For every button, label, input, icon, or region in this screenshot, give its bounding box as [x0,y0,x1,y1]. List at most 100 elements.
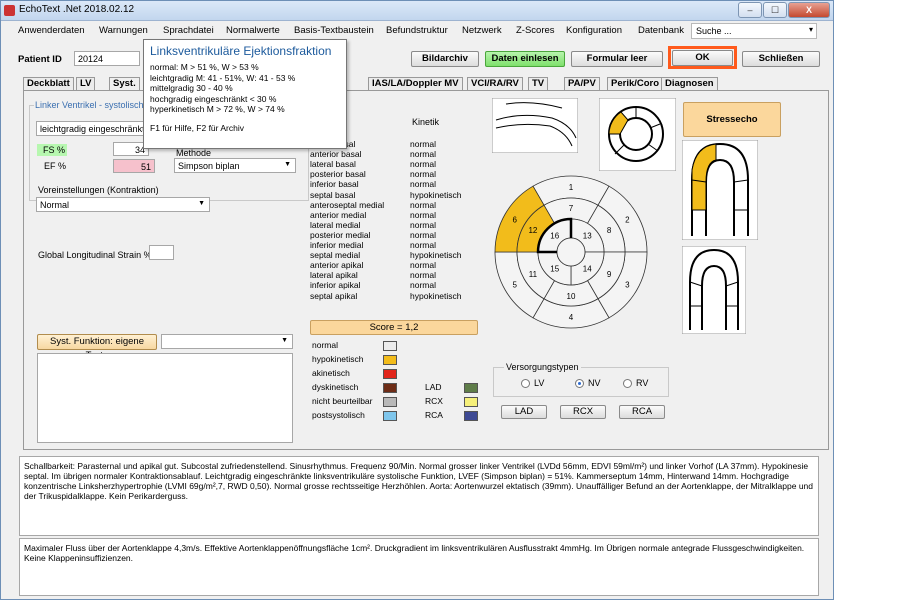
chevron-down-icon: ▼ [198,200,205,207]
chevron-down-icon: ▼ [281,337,288,344]
chevron-down-icon[interactable]: ▾ [809,25,813,34]
segment-kinetik[interactable]: hypokinetisch [410,190,462,200]
segment-kinetik[interactable]: hypokinetisch [410,291,462,301]
tab-perik-coro[interactable]: Perik/Coro [607,77,664,90]
own-texts-area[interactable] [37,353,293,443]
tab-deckblatt[interactable]: Deckblatt [23,77,74,90]
schliessen-button[interactable]: Schließen [742,51,820,67]
menu-konfiguration[interactable]: Konfiguration [566,25,622,36]
method-value: Simpson biplan [178,161,240,171]
bullseye-chart[interactable]: 12345678910111216 131415 [489,173,653,331]
segment-number: 9 [607,270,612,279]
segment-name: lateral basal [310,159,356,170]
ok-button[interactable]: OK [672,50,733,66]
minimize-button[interactable]: – [738,2,762,18]
own-texts-button[interactable]: Syst. Funktion: eigene Texte [37,334,157,361]
segment-kinetik[interactable]: normal [410,230,436,240]
segment-name: posterior basal [310,169,366,180]
tab-pa-pv[interactable]: PA/PV [564,77,600,90]
segment-number: 4 [569,313,574,322]
menu-anwenderdaten[interactable]: Anwenderdaten [18,25,85,36]
method-select[interactable]: Simpson biplan ▼ [174,158,296,173]
report-text-1[interactable]: Schallbarkeit: Parasternal und apikal gu… [19,456,819,536]
menu-sprachdatei[interactable]: Sprachdatei [163,25,214,36]
segment-name: septal apikal [310,290,358,301]
ef-tooltip: Linksventrikuläre Ejektionsfraktion norm… [143,39,347,149]
assessment-field[interactable]: leichtgradig eingeschränkt [36,121,144,136]
menu-normalwerte[interactable]: Normalwerte [226,25,280,36]
menu-warnungen[interactable]: Warnungen [99,25,148,36]
search-box[interactable]: Suche ... ▾ [691,23,817,39]
lad-button[interactable]: LAD [501,405,547,419]
segment-kinetik[interactable]: normal [410,169,436,179]
method-label: Methode [176,148,212,158]
preset-select[interactable]: Normal ▼ [36,197,210,212]
radio-nv[interactable] [575,379,584,388]
menu-datenbank[interactable]: Datenbank [638,25,684,36]
search-input[interactable]: Suche ... [696,26,732,36]
apical-2ch-icon [682,246,746,334]
tooltip-line: leichtgradig M: 41 - 51%, W: 41 - 53 % [150,72,296,83]
close-button[interactable]: X [788,2,830,18]
segment-kinetik[interactable]: normal [410,270,436,280]
segment-kinetik[interactable]: hypokinetisch [410,250,462,260]
patient-id-label: Patient ID [18,54,62,65]
patient-id-input[interactable]: 20124 [74,51,140,66]
ef-input[interactable]: 51 [113,159,155,173]
rca-button[interactable]: RCA [619,405,665,419]
segment-name: anterior basal [310,149,362,160]
segment-name: septal medial [310,250,361,261]
segment-kinetik[interactable]: normal [410,280,436,290]
gls-input[interactable] [149,245,174,260]
segment-kinetik[interactable]: normal [410,200,436,210]
legend-swatch [383,411,397,421]
bildarchiv-button[interactable]: Bildarchiv [411,51,479,67]
menu-befundstruktur[interactable]: Befundstruktur [386,25,448,36]
legend-swatch [383,341,397,351]
segment-kinetik[interactable]: normal [410,220,436,230]
menu-basis-textbaustein[interactable]: Basis-Textbaustein [294,25,374,36]
own-texts-select[interactable]: ▼ [161,334,293,349]
tab-diagnosen[interactable]: Diagnosen [661,77,718,90]
apical-4ch-icon [682,140,758,240]
segment-number: 2 [625,216,630,225]
segment-kinetik[interactable]: normal [410,260,436,270]
report-text-2[interactable]: Maximaler Fluss über der Aortenklappe 4,… [19,538,819,596]
segment-kinetik[interactable]: normal [410,139,436,149]
radio-rv[interactable] [623,379,632,388]
segment-kinetik[interactable]: normal [410,210,436,220]
menu-netzwerk[interactable]: Netzwerk [462,25,502,36]
segment-name: septal basal [310,189,356,200]
title-bar: EchoText .Net 2018.02.12 – ☐ X [1,1,833,21]
segment-kinetik[interactable]: normal [410,240,436,250]
daten-einlesen-button[interactable]: Daten einlesen [485,51,565,67]
legend-label: hypokinetisch [312,354,364,364]
formular-leer-button[interactable]: Formular leer [571,51,663,67]
segment-name: anterior apikal [310,260,364,271]
segment-kinetik[interactable]: normal [410,159,436,169]
rcx-button[interactable]: RCX [560,405,606,419]
segment-kinetik[interactable]: normal [410,179,436,189]
menu-z-scores[interactable]: Z-Scores [516,25,555,36]
tab-ias-la-doppler[interactable]: IAS/LA/Doppler MV [368,77,463,90]
segment-number: 6 [512,216,517,225]
segment-number: 8 [607,226,612,235]
segment-name: inferior medial [310,240,364,250]
lv-group-title: Linker Ventrikel - systolische [34,100,150,110]
segment-name: lateral medial [310,219,361,230]
legend-label: nicht beurteilbar [312,396,373,406]
tab-syst[interactable]: Syst. [109,77,140,91]
tooltip-hint: F1 für Hilfe, F2 für Archiv [150,122,244,133]
segment-kinetik[interactable]: normal [410,149,436,159]
segment-number: 12 [528,226,537,235]
tab-lv[interactable]: LV [76,77,96,90]
apex-segment[interactable] [556,237,586,267]
stressecho-button[interactable]: Stressecho [683,102,781,137]
radio-lv[interactable] [521,379,530,388]
score-button[interactable]: Score = 1,2 [310,320,478,335]
tab-tv[interactable]: TV [528,77,549,90]
legend-swatch [383,369,397,379]
segment-number: 14 [583,264,592,273]
maximize-button[interactable]: ☐ [763,2,787,18]
tab-vci-ra-rv[interactable]: VCI/RA/RV [467,77,523,90]
